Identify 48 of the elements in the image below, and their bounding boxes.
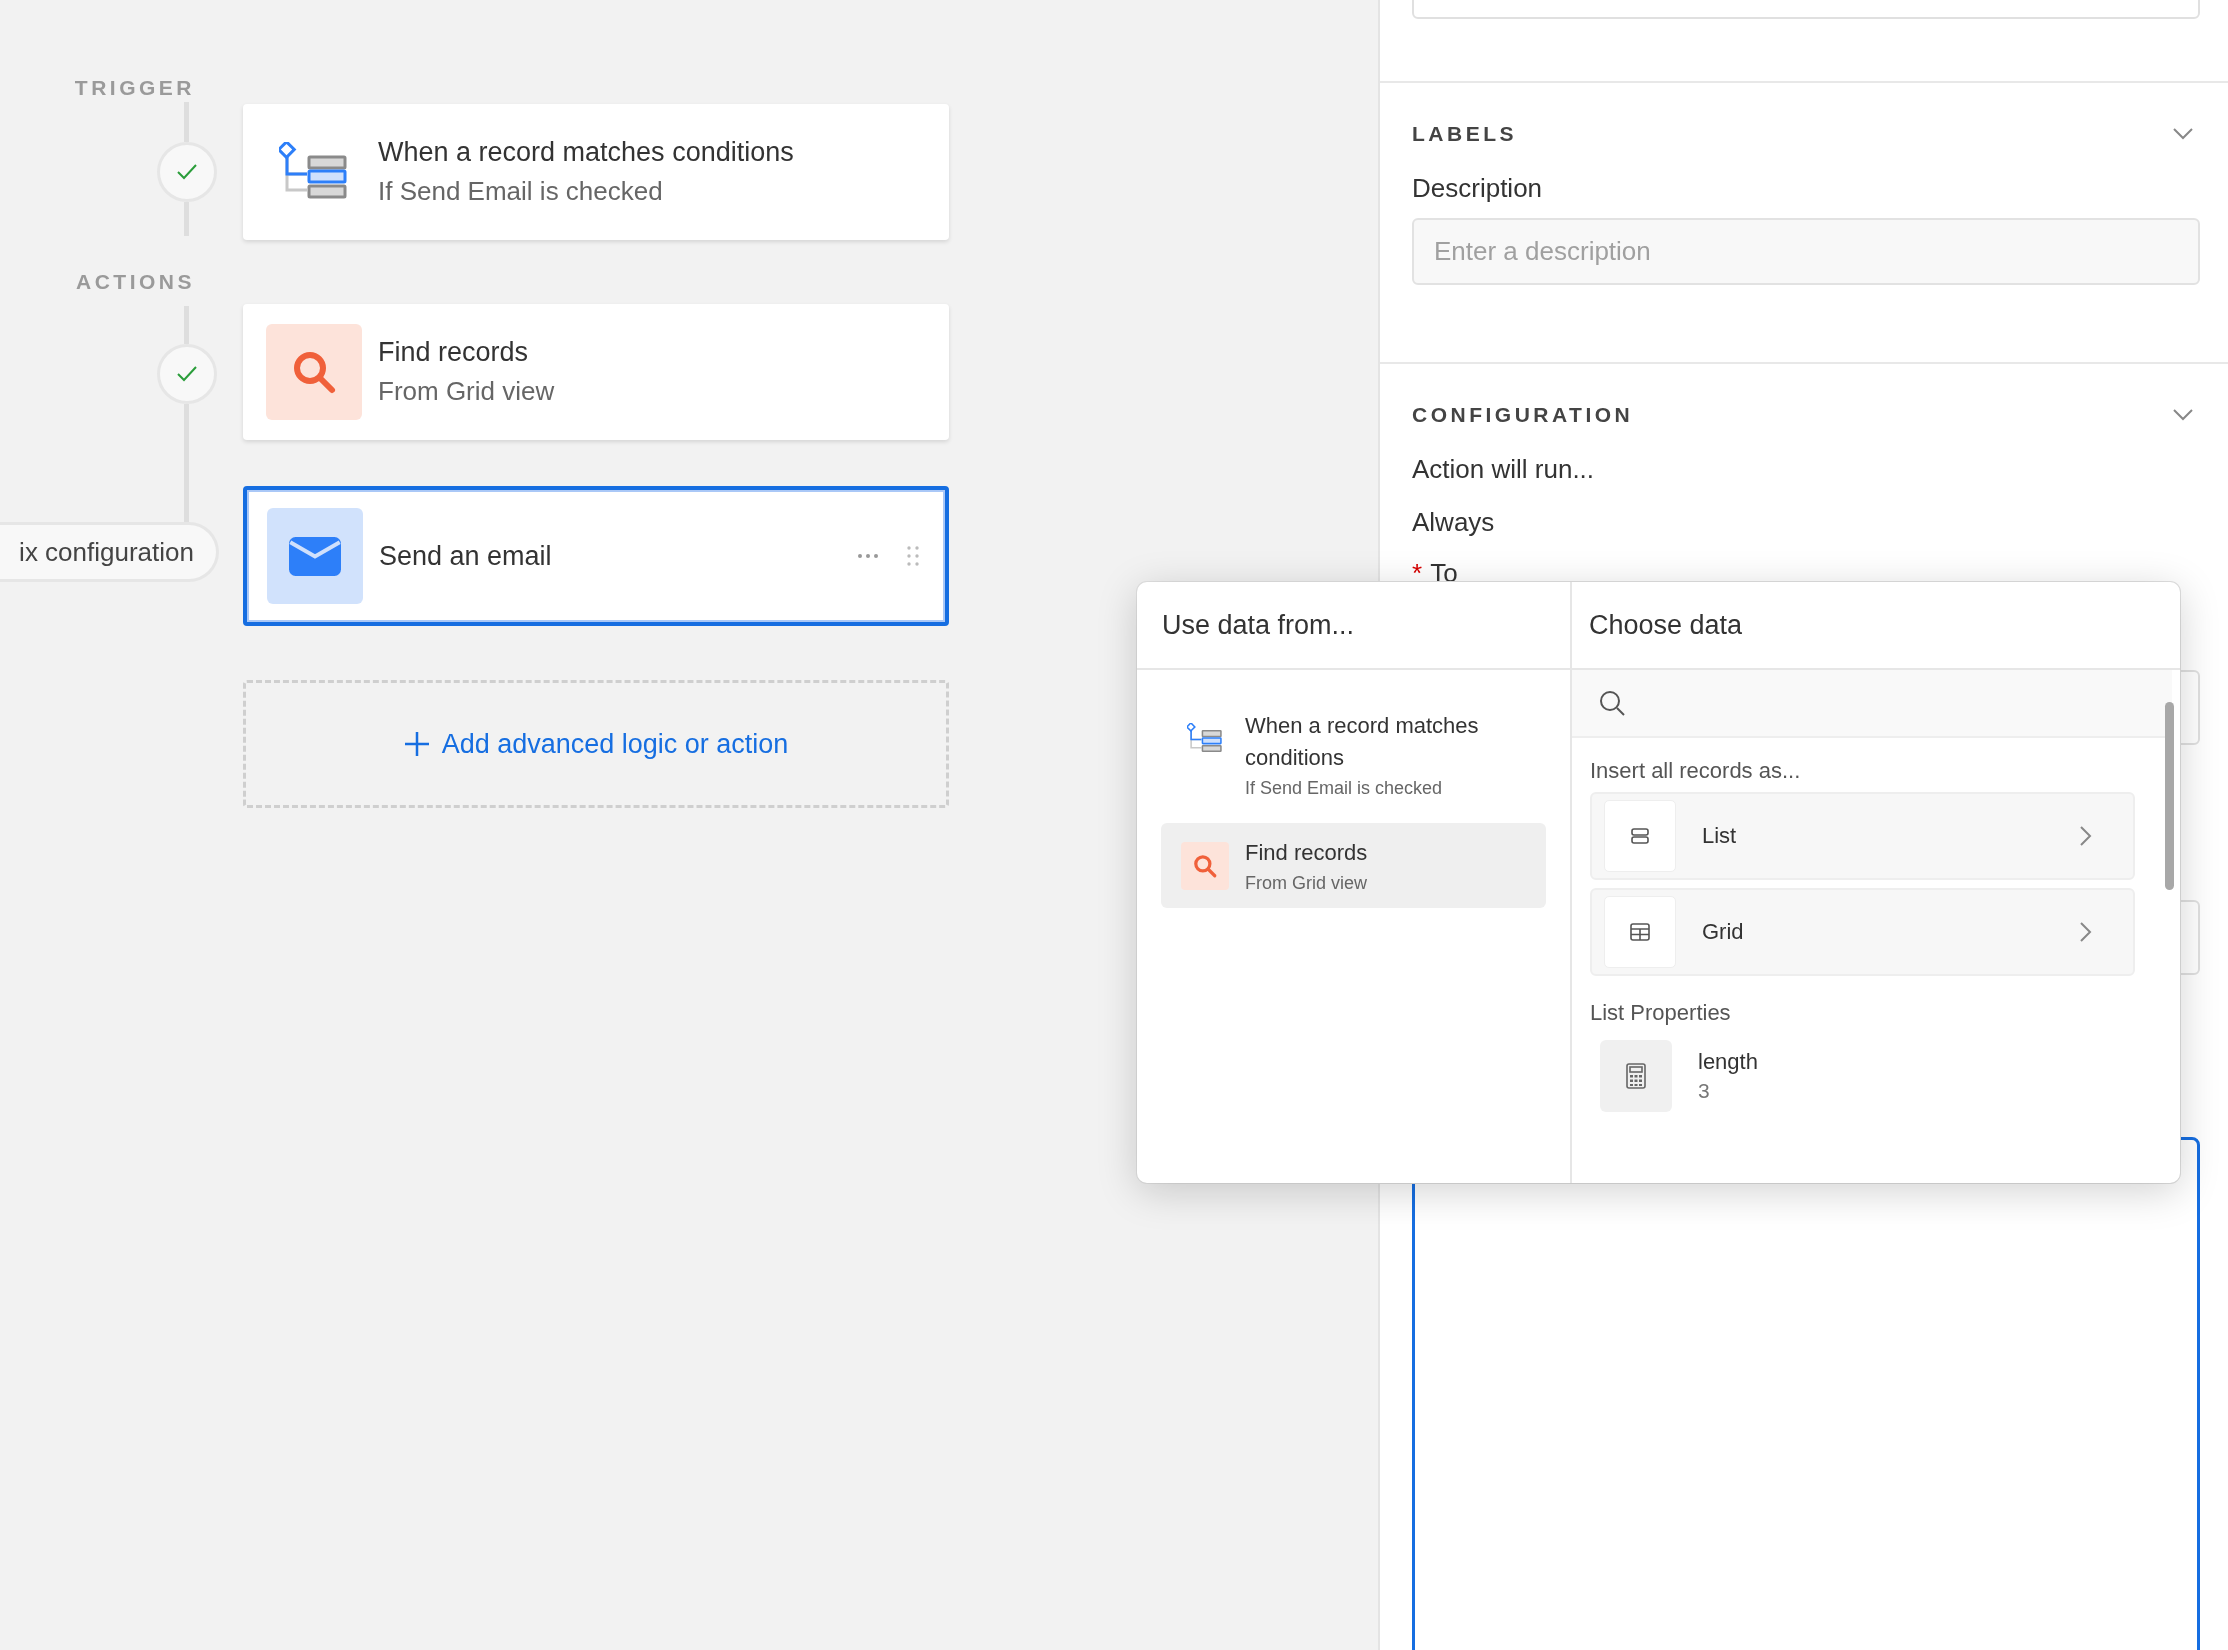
field-label: Action will run...: [1412, 454, 1596, 485]
section-label: ACTIONS: [76, 270, 195, 295]
source-subtitle: If Send Email is checked: [1245, 778, 1444, 799]
envelope-icon: [289, 536, 341, 576]
step-card[interactable]: When a record matches conditions If Send Email is checked: [243, 104, 949, 240]
source-subtitle: From Grid view: [1245, 873, 1368, 894]
description-field[interactable]: Enter a description: [1412, 218, 2200, 285]
step-title: Send an email: [379, 540, 553, 572]
add-action-button[interactable]: Add advanced logic or action: [243, 680, 949, 808]
drag-handle-icon[interactable]: [907, 546, 919, 566]
group-label: List Properties: [1590, 1000, 1732, 1026]
source-title: Find records: [1245, 839, 1368, 867]
source-item[interactable]: Find records From Grid view: [1161, 823, 1546, 908]
group-label: Insert all records as...: [1590, 758, 1802, 784]
format-option[interactable]: Grid: [1590, 888, 2135, 976]
format-option[interactable]: List: [1590, 792, 2135, 880]
section-title: LABELS: [1412, 122, 1517, 146]
chevron-right-icon: [2079, 825, 2093, 847]
step-title: Find records: [378, 337, 530, 368]
property-item[interactable]: length 3: [1600, 1040, 2158, 1112]
property-value: 3: [1698, 1079, 1711, 1103]
scrollbar[interactable]: [2165, 702, 2174, 890]
calculator-icon: [1626, 1063, 1646, 1089]
list-icon: [1631, 828, 1649, 844]
fix-configuration-button[interactable]: ix configuration: [0, 522, 219, 582]
step-subtitle: From Grid view: [378, 376, 556, 407]
format-label: List: [1702, 823, 1738, 849]
step-subtitle: If Send Email is checked: [378, 176, 664, 207]
more-icon[interactable]: [857, 553, 879, 559]
section-label: TRIGGER: [74, 76, 195, 101]
property-name: length: [1698, 1049, 1758, 1075]
flowchart-icon: [1187, 722, 1223, 754]
magnifier-icon: [1192, 852, 1218, 879]
field-value: Always: [1412, 507, 1496, 538]
source-title: When a record matches conditions: [1245, 712, 1480, 772]
source-item[interactable]: When a record matches conditions If Send Email is checked: [1161, 696, 1546, 813]
section-title: CONFIGURATION: [1412, 403, 1634, 427]
grid-icon: [1630, 923, 1650, 941]
field-label: Description: [1412, 173, 1544, 204]
step-card[interactable]: Send an email: [243, 486, 949, 626]
plus-icon: [403, 731, 430, 757]
popup-title: Use data from...: [1137, 582, 1570, 670]
search-field[interactable]: [1572, 670, 2172, 738]
step-title: When a record matches conditions: [378, 137, 795, 168]
chevron-right-icon: [2079, 921, 2093, 943]
step-card[interactable]: Find records From Grid view: [243, 304, 949, 440]
format-label: Grid: [1702, 919, 1745, 945]
search-icon: [1598, 689, 1626, 717]
